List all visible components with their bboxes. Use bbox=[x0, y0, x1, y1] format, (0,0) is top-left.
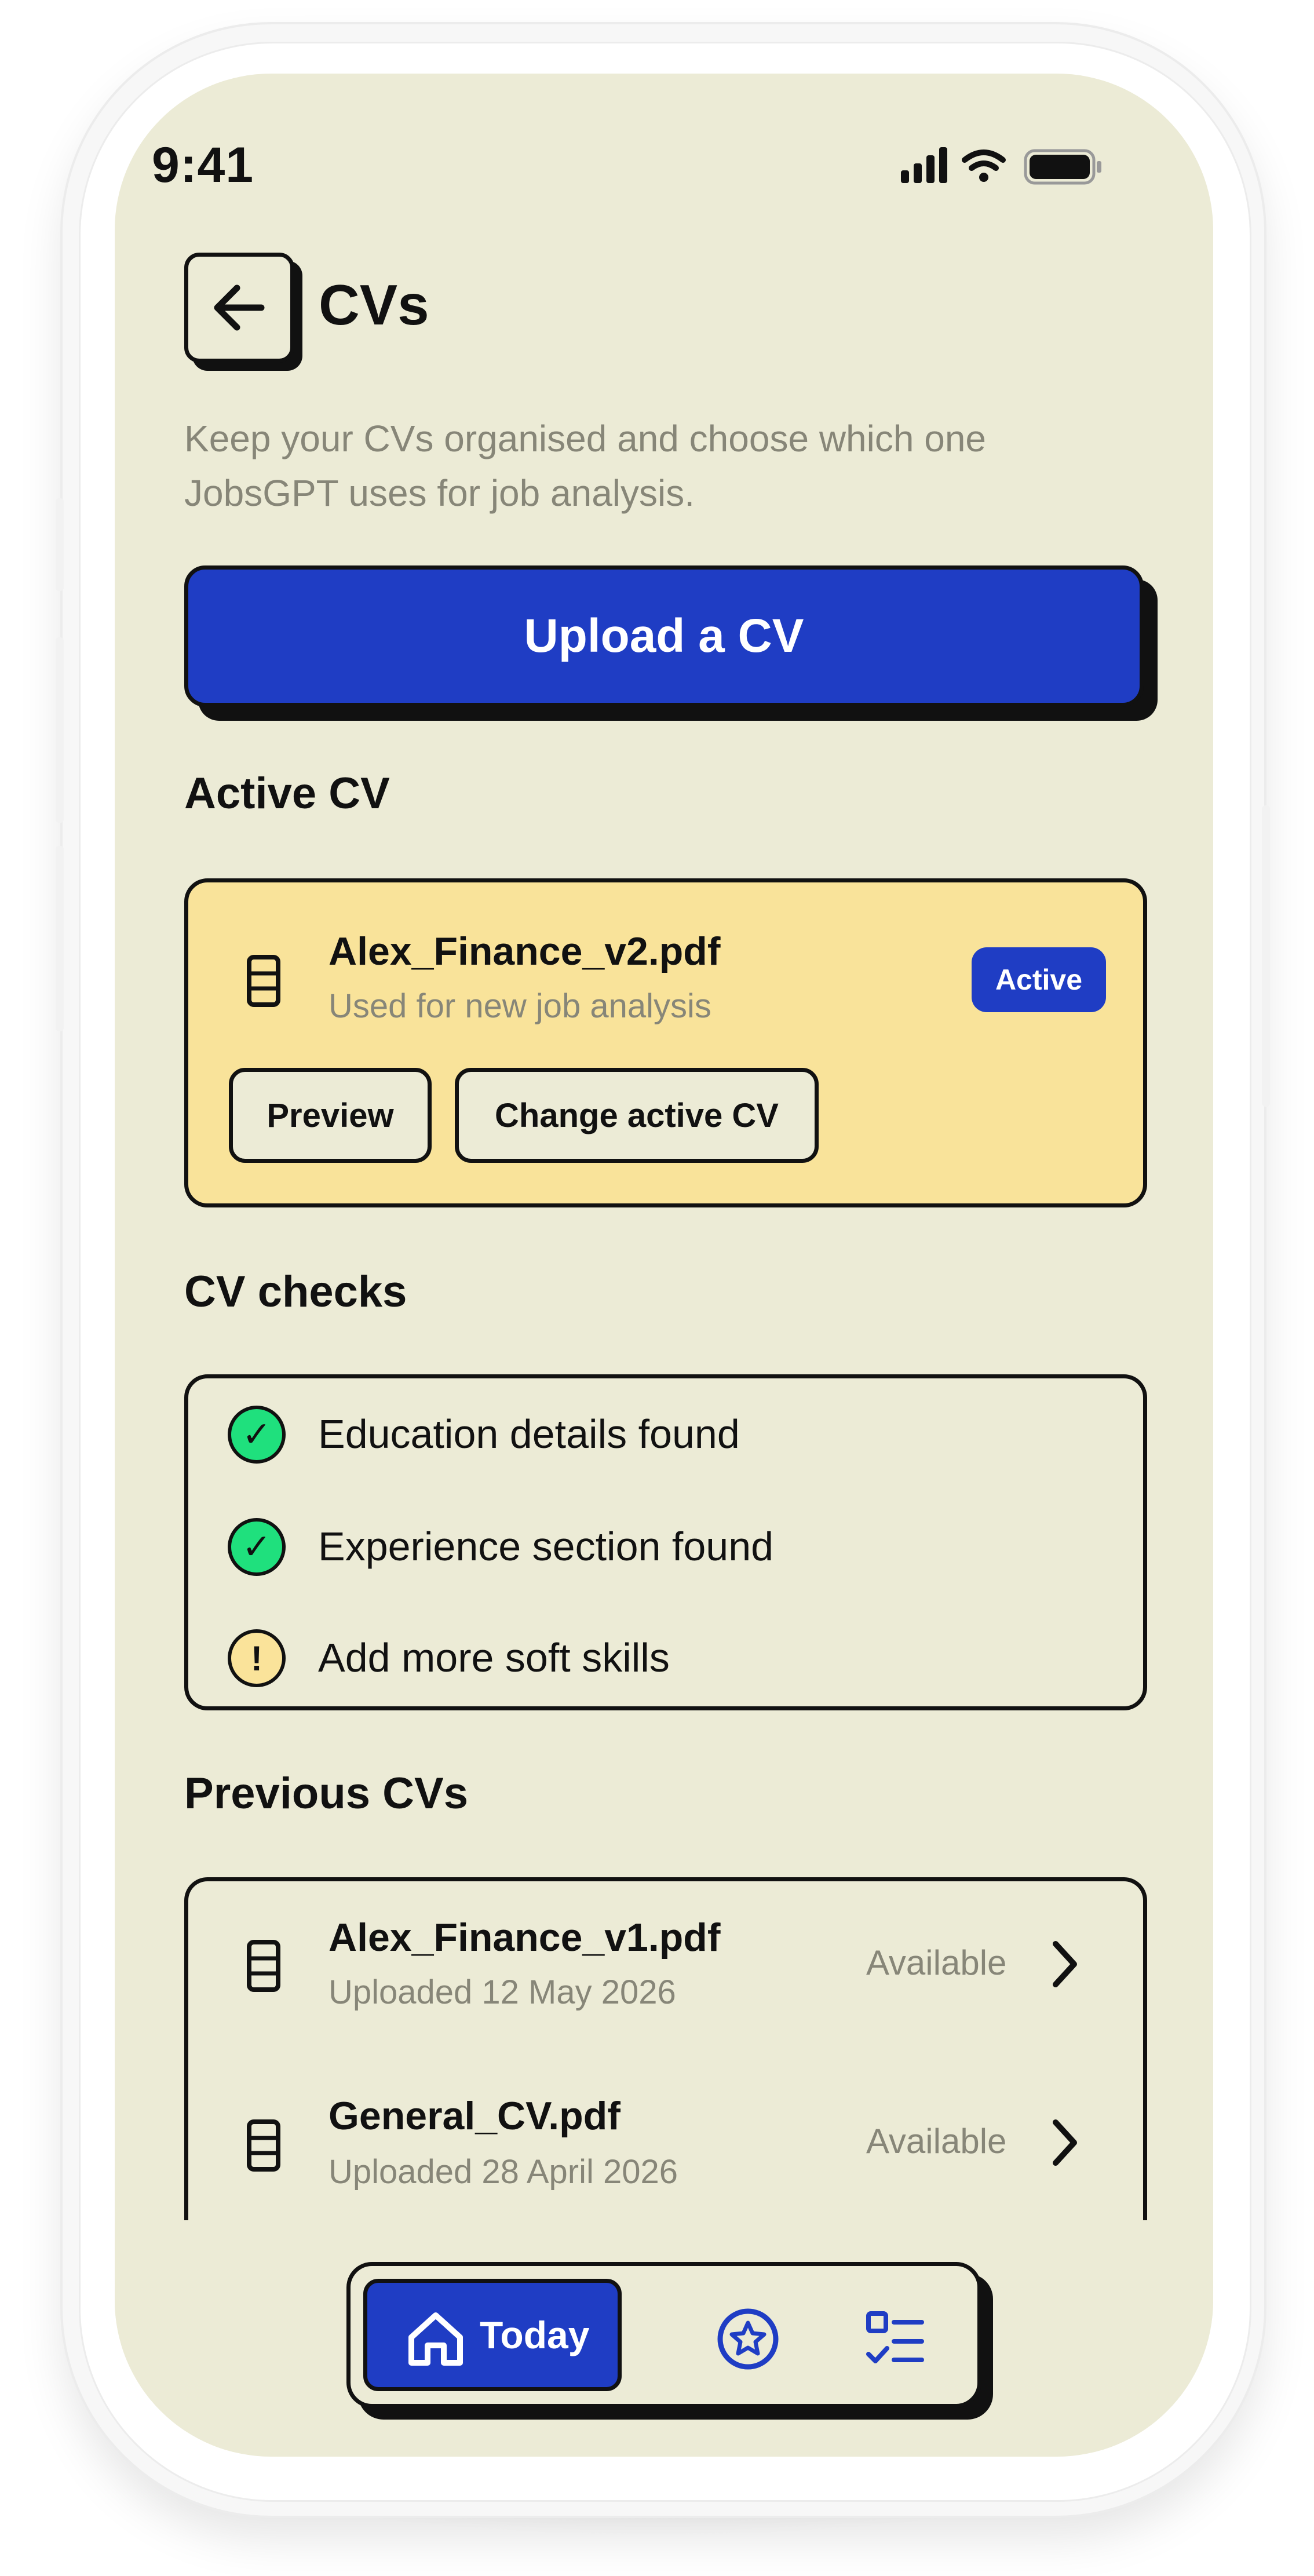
arrow-left-icon bbox=[214, 284, 265, 331]
phone-side-button bbox=[1262, 805, 1270, 1107]
previous-cvs-heading: Previous CVs bbox=[184, 1769, 468, 1818]
check-item: ✓ Experience section found bbox=[228, 1515, 1097, 1579]
previous-cv-filename: Alex_Finance_v1.pdf bbox=[329, 1915, 721, 1960]
document-icon bbox=[247, 955, 280, 1007]
status-time: 9:41 bbox=[152, 137, 254, 193]
checklist-icon[interactable] bbox=[865, 2309, 925, 2369]
active-status-badge: Active bbox=[972, 947, 1106, 1012]
active-cv-meta: Used for new job analysis bbox=[329, 987, 711, 1025]
star-badge-icon[interactable] bbox=[716, 2307, 780, 2371]
previous-cv-row[interactable]: Alex_Finance_v1.pdf Uploaded 12 May 2026… bbox=[188, 1881, 1143, 2055]
check-item: ✓ Education details found bbox=[228, 1403, 1097, 1466]
check-success-icon: ✓ bbox=[228, 1406, 286, 1464]
chevron-right-icon bbox=[1053, 1941, 1077, 1987]
nav-today-button[interactable]: Today bbox=[363, 2279, 622, 2391]
chevron-right-icon bbox=[1053, 2119, 1077, 2166]
check-item: ! Add more soft skills bbox=[228, 1626, 1097, 1690]
page-description: Keep your CVs organised and choose which… bbox=[184, 418, 986, 514]
nav-today-label: Today bbox=[480, 2314, 590, 2356]
battery-icon bbox=[1024, 149, 1101, 185]
bottom-nav: Today bbox=[346, 2262, 981, 2408]
signal-icon bbox=[901, 147, 947, 183]
check-success-icon: ✓ bbox=[228, 1518, 286, 1576]
cv-checks-heading: CV checks bbox=[184, 1267, 407, 1316]
check-warning-icon: ! bbox=[228, 1629, 286, 1687]
previous-cv-meta: Uploaded 12 May 2026 bbox=[329, 1973, 676, 2011]
change-active-cv-button[interactable]: Change active CV bbox=[455, 1068, 819, 1163]
previous-cv-status: Available bbox=[866, 1943, 1007, 1982]
phone-side-button bbox=[56, 637, 64, 823]
check-label: Education details found bbox=[318, 1411, 740, 1457]
wifi-icon bbox=[962, 149, 1006, 171]
previous-cv-row[interactable]: General_CV.pdf Uploaded 28 April 2026 Av… bbox=[188, 2055, 1143, 2229]
phone-side-button bbox=[56, 498, 64, 591]
back-button[interactable] bbox=[184, 253, 294, 363]
phone-side-button bbox=[56, 846, 64, 1031]
previous-cv-status: Available bbox=[866, 2122, 1007, 2161]
active-cv-filename: Alex_Finance_v2.pdf bbox=[329, 929, 721, 973]
active-cv-heading: Active CV bbox=[184, 769, 390, 818]
check-label: Experience section found bbox=[318, 1524, 774, 1569]
status-icons bbox=[901, 147, 1101, 185]
upload-cv-button[interactable]: Upload a CV bbox=[184, 565, 1144, 707]
previous-cv-filename: General_CV.pdf bbox=[329, 2094, 620, 2138]
previous-cvs-card: Alex_Finance_v1.pdf Uploaded 12 May 2026… bbox=[184, 1877, 1147, 2225]
cv-checks-card: ✓ Education details found ✓ Experience s… bbox=[184, 1374, 1147, 1710]
app-screen: 9:41 CVs Keep your CVs organised and cho… bbox=[115, 74, 1213, 2457]
active-cv-card: Alex_Finance_v2.pdf Used for new job ana… bbox=[184, 878, 1147, 1207]
page-title: CVs bbox=[319, 273, 429, 337]
document-icon bbox=[247, 1940, 280, 1992]
document-icon bbox=[247, 2119, 280, 2172]
check-label: Add more soft skills bbox=[318, 1635, 670, 1680]
home-icon bbox=[408, 2312, 463, 2366]
previous-cv-meta: Uploaded 28 April 2026 bbox=[329, 2153, 678, 2191]
preview-button[interactable]: Preview bbox=[229, 1068, 432, 1163]
